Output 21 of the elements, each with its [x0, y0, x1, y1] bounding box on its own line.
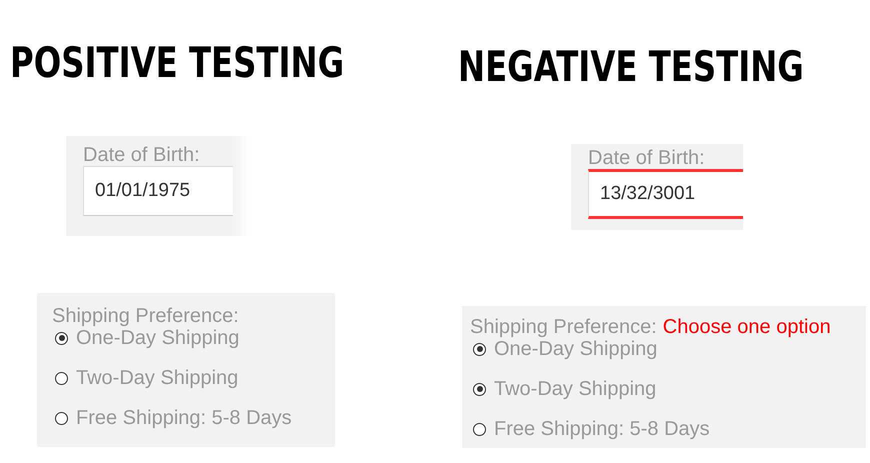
radio-button[interactable] — [55, 332, 68, 344]
option-label: Free Shipping: 5-8 Days — [494, 418, 710, 440]
error-message: Choose one option — [662, 316, 831, 338]
radio-button[interactable] — [55, 412, 68, 424]
date-field[interactable]: 13/32/3001 — [588, 169, 743, 219]
radio-button[interactable] — [473, 382, 486, 396]
option-label: One-Day Shipping — [494, 338, 658, 360]
radio-button[interactable] — [55, 372, 68, 384]
field-label: Shipping Preference: — [470, 316, 657, 338]
option-label: Free Shipping: 5-8 Days — [76, 407, 292, 429]
field-label: Shipping Preference: — [52, 305, 239, 327]
date-field[interactable]: 01/01/1975 — [83, 166, 233, 216]
field-label: Date of Birth: — [588, 147, 705, 169]
radio-button[interactable] — [473, 342, 486, 356]
section-heading: POSITIVE TESTING — [10, 40, 344, 86]
option-label: Two-Day Shipping — [494, 378, 656, 400]
field-label: Date of Birth: — [83, 144, 200, 166]
section-heading: NEGATIVE TESTING — [458, 44, 804, 90]
option-label: One-Day Shipping — [76, 327, 240, 349]
radio-button[interactable] — [473, 422, 486, 436]
option-label: Two-Day Shipping — [76, 367, 238, 389]
